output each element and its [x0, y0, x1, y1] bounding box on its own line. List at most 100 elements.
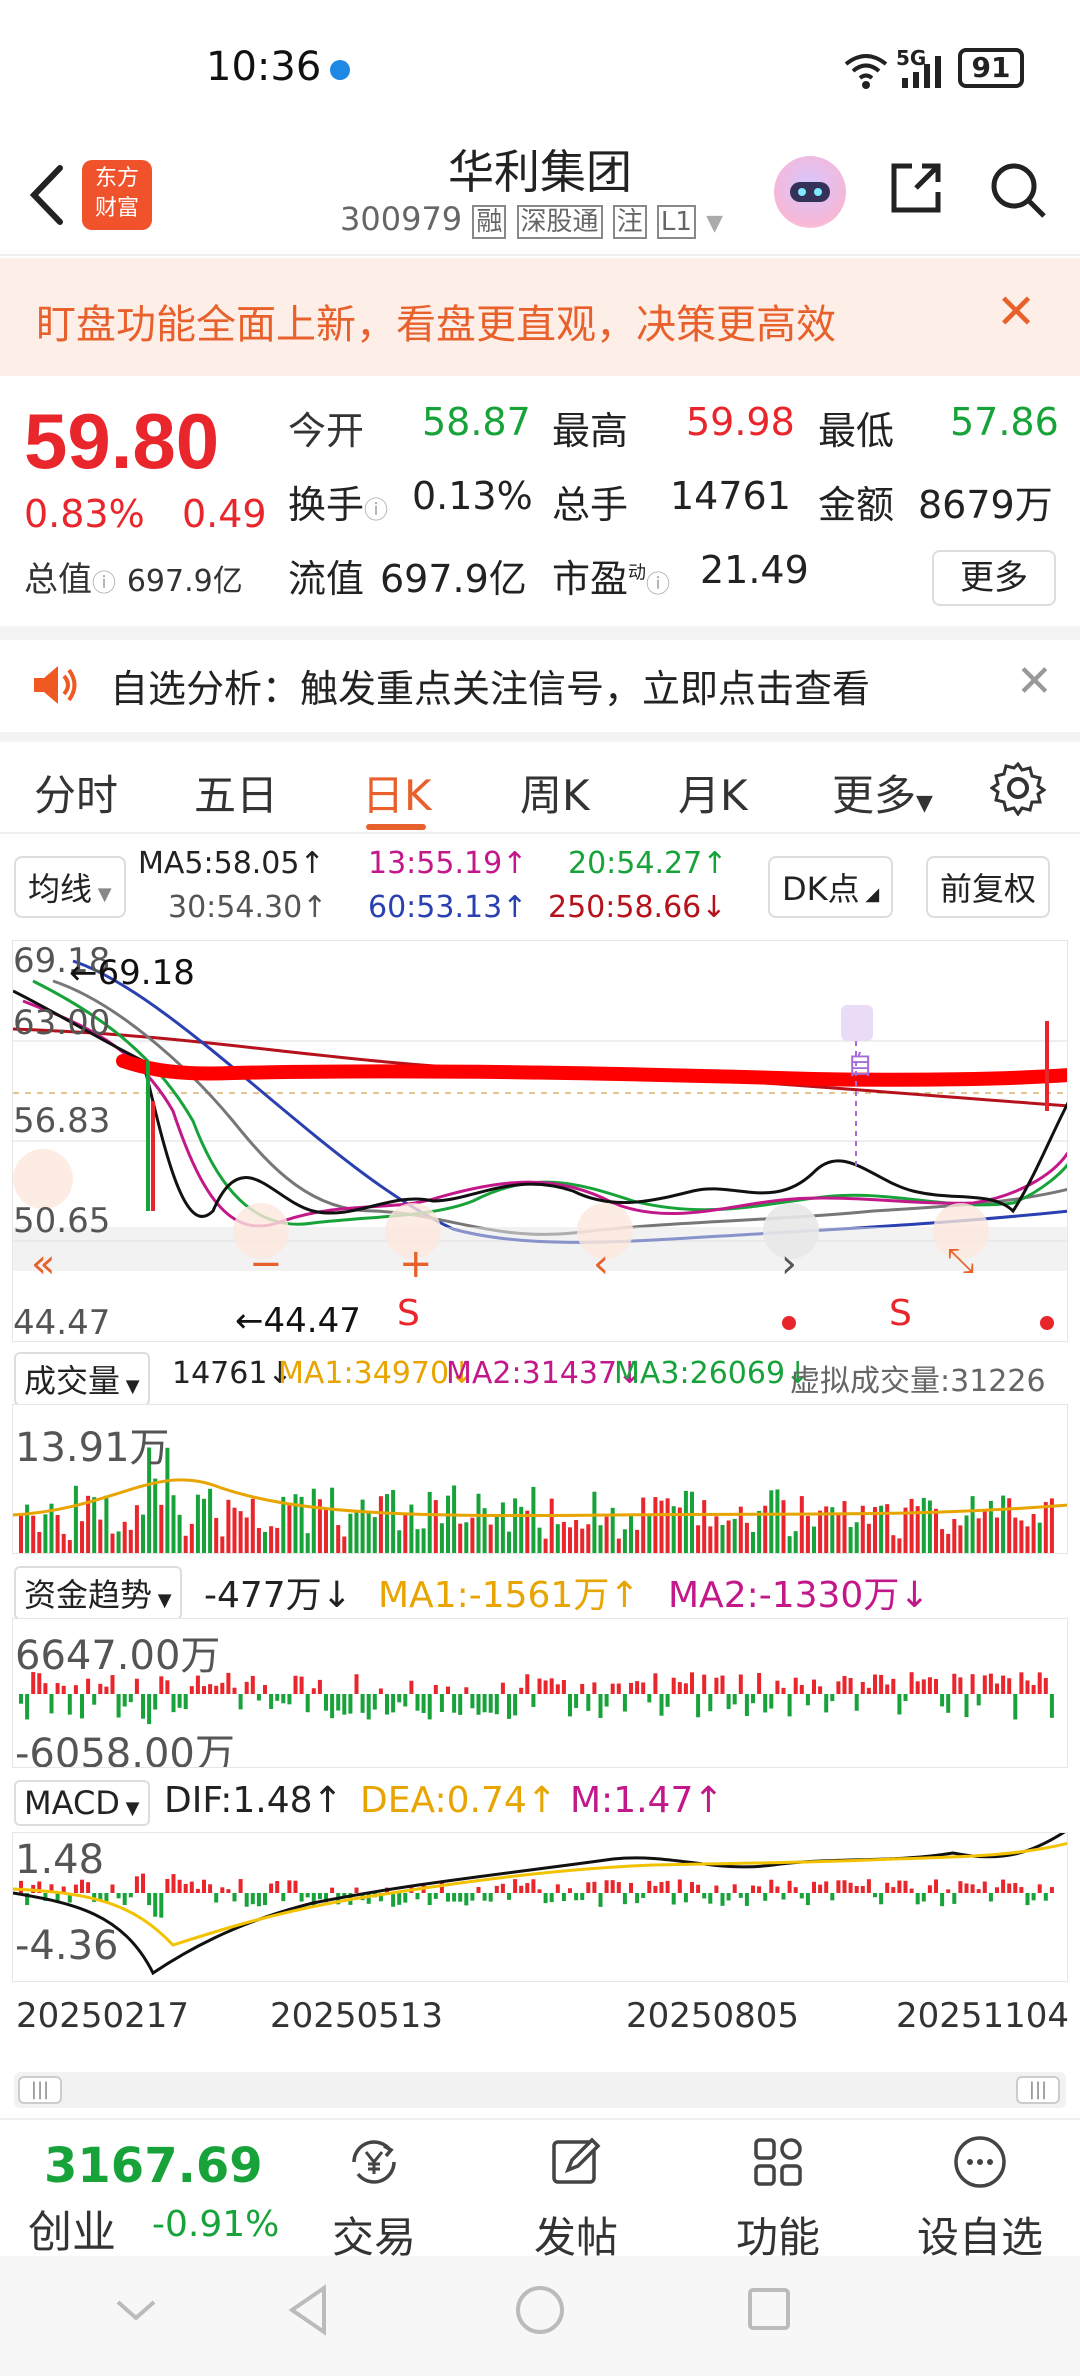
- ma13-value: 13:55.19↑: [368, 846, 528, 881]
- chevron-down-icon: ▼: [92, 884, 112, 905]
- fund-svg-bar: [915, 1681, 920, 1694]
- nav-functions[interactable]: 功能: [708, 2132, 848, 2265]
- tab-intraday[interactable]: 分时: [34, 762, 118, 823]
- assistant-robot-icon[interactable]: [774, 156, 846, 228]
- dk-point-button[interactable]: DK点 ◢: [768, 856, 894, 918]
- vol-svg-bar: [86, 1495, 91, 1553]
- volume-value: 14761↓: [172, 1356, 293, 1391]
- macd-chart[interactable]: 1.48 -4.36: [12, 1832, 1068, 1982]
- vol-svg-bar: [543, 1538, 548, 1553]
- fund-svg-bar: [1025, 1680, 1030, 1694]
- gear-icon[interactable]: [990, 760, 1046, 816]
- more-button[interactable]: 更多: [932, 550, 1056, 606]
- tag-rong: 融: [472, 205, 507, 239]
- macd-svg-bar: [805, 1893, 810, 1906]
- macd-svg-bar: [574, 1893, 579, 1901]
- tab-five-day[interactable]: 五日: [194, 762, 278, 823]
- volume-y-label: 13.91万: [15, 1425, 170, 1471]
- macd-y-top: 1.48: [15, 1837, 105, 1883]
- period-tabs: 分时 五日 日K 周K 月K 更多▼: [0, 742, 1080, 834]
- adjust-button[interactable]: 前复权: [926, 856, 1051, 918]
- collapse-left-icon[interactable]: «: [31, 1241, 55, 1287]
- volume-selector[interactable]: 成交量 ▼: [14, 1352, 150, 1406]
- change-percent: 0.83%: [24, 492, 145, 536]
- zoom-in-icon[interactable]: +: [399, 1241, 433, 1287]
- promo-banner[interactable]: 盯盘功能全面上新，看盘更直观，决策更高效 ✕: [0, 258, 1080, 376]
- home-circle-icon[interactable]: [514, 2284, 566, 2336]
- vol-svg-bar: [427, 1491, 432, 1553]
- fund-svg-bar: [995, 1683, 999, 1694]
- macd-dea-line: [13, 1841, 1067, 1947]
- macd-svg-bar: [934, 1879, 938, 1893]
- collapse-keyboard-icon[interactable]: [112, 2296, 160, 2326]
- vol-svg-bar: [561, 1521, 566, 1553]
- chart-scrollbar[interactable]: ||| |||: [14, 2072, 1066, 2108]
- alert-close-icon[interactable]: ✕: [1016, 656, 1053, 707]
- pe-label: 市盈动ⓘ: [552, 548, 670, 603]
- index-name: 创业: [28, 2207, 116, 2258]
- macd-svg-bar: [147, 1893, 152, 1906]
- vol-svg-bar: [226, 1499, 231, 1553]
- macd-selector[interactable]: MACD ▼: [14, 1780, 150, 1826]
- macd-svg-bar: [812, 1881, 816, 1893]
- fullscreen-icon[interactable]: ⤡: [947, 1241, 974, 1281]
- scroll-handle-right[interactable]: |||: [1016, 2076, 1060, 2104]
- macd-svg-bar: [757, 1886, 762, 1893]
- info-icon[interactable]: ⓘ: [364, 496, 388, 524]
- stock-code-row[interactable]: 300979 融 深股通 注 L1 ▼: [340, 200, 723, 239]
- fund-svg-bar: [470, 1694, 475, 1709]
- tab-daily-k[interactable]: 日K: [362, 762, 432, 823]
- macd-svg-bar: [653, 1885, 658, 1893]
- vol-svg-bar: [769, 1490, 774, 1553]
- fund-svg-bar: [647, 1694, 652, 1703]
- alert-text: 自选分析：触发重点关注信号，立即点击查看: [110, 667, 871, 711]
- signal-marker[interactable]: 自: [847, 1045, 873, 1082]
- edit-icon: [552, 2137, 601, 2184]
- ma-mode-select[interactable]: 均线 ▼: [14, 856, 126, 918]
- nav-add-watchlist[interactable]: 设自选: [910, 2132, 1050, 2265]
- share-icon[interactable]: [886, 158, 946, 218]
- vol-svg-bar: [751, 1531, 755, 1553]
- volume-chart[interactable]: 13.91万: [12, 1404, 1068, 1554]
- recents-square-icon[interactable]: [746, 2286, 792, 2332]
- nav-trade[interactable]: 交易: [304, 2132, 444, 2265]
- analysis-alert[interactable]: 自选分析：触发重点关注信号，立即点击查看 ✕: [0, 640, 1080, 732]
- vol-svg-bar: [281, 1496, 286, 1553]
- vol-svg-bar: [683, 1490, 688, 1553]
- vol-svg-bar: [55, 1514, 60, 1553]
- vol-svg-bar: [189, 1523, 194, 1553]
- search-icon[interactable]: [986, 158, 1050, 222]
- chevron-down-icon: ▼: [916, 791, 933, 816]
- fund-svg-bar: [488, 1694, 493, 1713]
- stock-code: 300979: [340, 200, 463, 238]
- info-icon[interactable]: ⓘ: [646, 570, 670, 598]
- scroll-right-icon[interactable]: ›: [781, 1241, 797, 1287]
- fund-svg-bar: [494, 1694, 499, 1715]
- scroll-handle-left[interactable]: |||: [18, 2076, 62, 2104]
- macd-svg-bar: [1001, 1879, 1006, 1893]
- banner-close-icon[interactable]: ✕: [996, 284, 1036, 340]
- vol-svg-bar: [61, 1533, 66, 1553]
- fund-svg-bar: [330, 1694, 335, 1719]
- vol-svg-bar: [940, 1529, 945, 1553]
- scroll-left-icon[interactable]: ‹: [593, 1241, 609, 1287]
- fund-selector[interactable]: 资金趋势 ▼: [14, 1566, 182, 1620]
- tab-monthly-k[interactable]: 月K: [678, 762, 748, 823]
- macd-dif-line: [13, 1833, 1066, 1976]
- back-triangle-icon[interactable]: [286, 2284, 330, 2336]
- info-icon[interactable]: ⓘ: [92, 569, 116, 597]
- vol-svg-bar: [757, 1510, 762, 1553]
- tab-weekly-k[interactable]: 周K: [520, 762, 590, 823]
- nav-post[interactable]: 发帖: [506, 2132, 646, 2265]
- vol-svg-bar: [275, 1527, 280, 1553]
- macd-svg-bar: [988, 1893, 993, 1902]
- vol-svg-bar: [818, 1510, 823, 1553]
- fund-svg-bar: [293, 1675, 298, 1694]
- kline-chart[interactable]: 69.18 ←69.18 63.00 56.83 50.65 44.47 ←44…: [12, 940, 1068, 1342]
- tab-more[interactable]: 更多▼: [832, 762, 933, 823]
- chevron-down-icon: ▼: [119, 1798, 140, 1819]
- fund-svg-bar: [299, 1676, 304, 1694]
- zoom-out-icon[interactable]: −: [249, 1241, 283, 1287]
- macd-svg-bar: [256, 1893, 261, 1907]
- fund-chart[interactable]: 6647.00万 -6058.00万: [12, 1618, 1068, 1768]
